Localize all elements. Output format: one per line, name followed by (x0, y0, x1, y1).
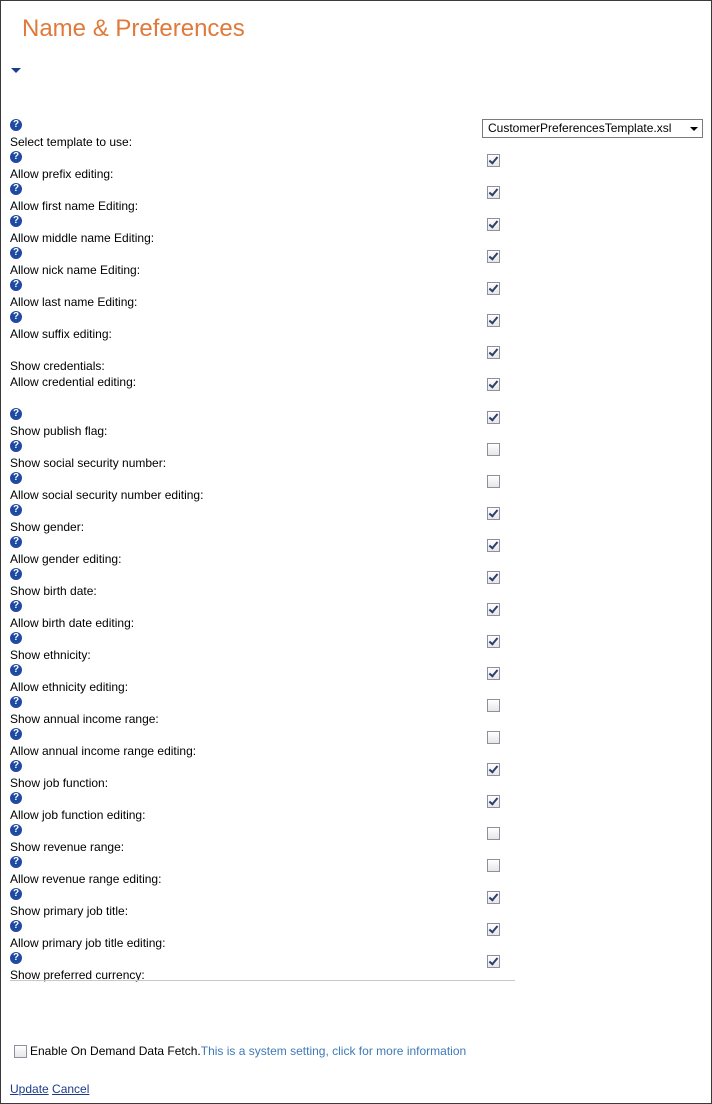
help-icon[interactable]: ? (10, 728, 22, 740)
setting-checkbox[interactable] (487, 346, 500, 359)
setting-label: Allow first name Editing: (10, 199, 139, 213)
setting-label: Allow middle name Editing: (10, 231, 155, 245)
setting-label: Allow ethnicity editing: (10, 680, 129, 694)
help-icon[interactable]: ? (10, 408, 22, 420)
template-select-label: Select template to use: (10, 135, 133, 149)
setting-label: Show credentials: (10, 359, 105, 373)
setting-label: Allow revenue range editing: (10, 872, 162, 886)
setting-label: Allow primary job title editing: (10, 936, 166, 950)
setting-label: Allow last name Editing: (10, 295, 138, 309)
help-icon[interactable]: ? (10, 696, 22, 708)
setting-checkbox[interactable] (487, 635, 500, 648)
setting-checkbox[interactable] (487, 282, 500, 295)
setting-label: Show primary job title: (10, 904, 129, 918)
help-icon[interactable]: ? (10, 888, 22, 900)
setting-checkbox[interactable] (487, 443, 500, 456)
setting-checkbox[interactable] (487, 955, 500, 968)
setting-checkbox[interactable] (487, 763, 500, 776)
setting-label: Show gender: (10, 520, 85, 534)
setting-checkbox[interactable] (487, 218, 500, 231)
collapse-arrow-icon[interactable] (11, 68, 21, 73)
help-icon[interactable]: ? (10, 792, 22, 804)
setting-checkbox[interactable] (487, 827, 500, 840)
setting-checkbox[interactable] (487, 411, 500, 424)
setting-label: Allow suffix editing: (10, 327, 112, 341)
setting-checkbox[interactable] (487, 507, 500, 520)
help-icon[interactable]: ? (10, 824, 22, 836)
help-icon[interactable]: ? (10, 440, 22, 452)
setting-label: Allow annual income range editing: (10, 744, 197, 758)
setting-checkbox[interactable] (487, 667, 500, 680)
setting-label: Allow gender editing: (10, 552, 122, 566)
setting-label: Show annual income range: (10, 712, 159, 726)
help-icon[interactable]: ? (10, 536, 22, 548)
help-icon[interactable]: ? (10, 247, 22, 259)
help-icon[interactable]: ? (10, 632, 22, 644)
page-frame: Name & Preferences ? Select template to … (0, 0, 712, 1104)
help-icon[interactable]: ? (10, 600, 22, 612)
setting-checkbox[interactable] (487, 923, 500, 936)
divider (10, 980, 515, 981)
setting-checkbox[interactable] (487, 539, 500, 552)
on-demand-text: Enable On Demand Data Fetch. (30, 1044, 201, 1058)
on-demand-checkbox[interactable] (14, 1045, 27, 1058)
update-link[interactable]: Update (10, 1082, 49, 1096)
help-icon[interactable]: ? (10, 215, 22, 227)
setting-label: Allow social security number editing: (10, 488, 204, 502)
setting-label: Show job function: (10, 776, 109, 790)
setting-checkbox[interactable] (487, 186, 500, 199)
setting-checkbox[interactable] (487, 859, 500, 872)
setting-label: Show birth date: (10, 584, 97, 598)
setting-checkbox[interactable] (487, 699, 500, 712)
setting-checkbox[interactable] (487, 795, 500, 808)
setting-checkbox[interactable] (487, 378, 500, 391)
help-icon[interactable]: ? (10, 183, 22, 195)
help-icon[interactable]: ? (10, 920, 22, 932)
setting-label: Show ethnicity: (10, 648, 91, 662)
setting-label: Show publish flag: (10, 424, 108, 438)
help-icon[interactable]: ? (10, 568, 22, 580)
setting-label: Allow job function editing: (10, 808, 146, 822)
setting-checkbox[interactable] (487, 250, 500, 263)
cancel-link[interactable]: Cancel (52, 1082, 89, 1096)
setting-checkbox[interactable] (487, 571, 500, 584)
help-icon[interactable]: ? (10, 664, 22, 676)
help-icon[interactable]: ? (10, 952, 22, 964)
setting-checkbox[interactable] (487, 891, 500, 904)
help-icon[interactable]: ? (10, 504, 22, 516)
setting-checkbox[interactable] (487, 475, 500, 488)
setting-label: Allow prefix editing: (10, 167, 114, 181)
help-icon[interactable]: ? (10, 279, 22, 291)
action-links: Update Cancel (10, 1082, 89, 1096)
help-icon[interactable]: ? (10, 151, 22, 163)
help-icon[interactable]: ? (10, 760, 22, 772)
help-icon[interactable]: ? (10, 311, 22, 323)
chevron-down-icon (690, 127, 698, 131)
setting-label: Allow birth date editing: (10, 616, 135, 630)
setting-label: Show social security number: (10, 456, 167, 470)
template-select[interactable]: CustomerPreferencesTemplate.xsl (482, 119, 703, 138)
system-setting-info-link[interactable]: This is a system setting, click for more… (201, 1044, 466, 1058)
setting-label: Allow nick name Editing: (10, 263, 141, 277)
setting-checkbox[interactable] (487, 731, 500, 744)
setting-label: Allow credential editing: (10, 375, 137, 389)
setting-label: Show revenue range: (10, 840, 125, 854)
template-select-value: CustomerPreferencesTemplate.xsl (488, 121, 672, 135)
help-icon[interactable]: ? (10, 472, 22, 484)
setting-checkbox[interactable] (487, 603, 500, 616)
setting-checkbox[interactable] (487, 314, 500, 327)
help-icon[interactable]: ? (10, 119, 22, 131)
help-icon[interactable]: ? (10, 856, 22, 868)
page-title: Name & Preferences (22, 15, 245, 42)
setting-checkbox[interactable] (487, 154, 500, 167)
on-demand-label: Enable On Demand Data Fetch.This is a sy… (30, 1044, 466, 1058)
